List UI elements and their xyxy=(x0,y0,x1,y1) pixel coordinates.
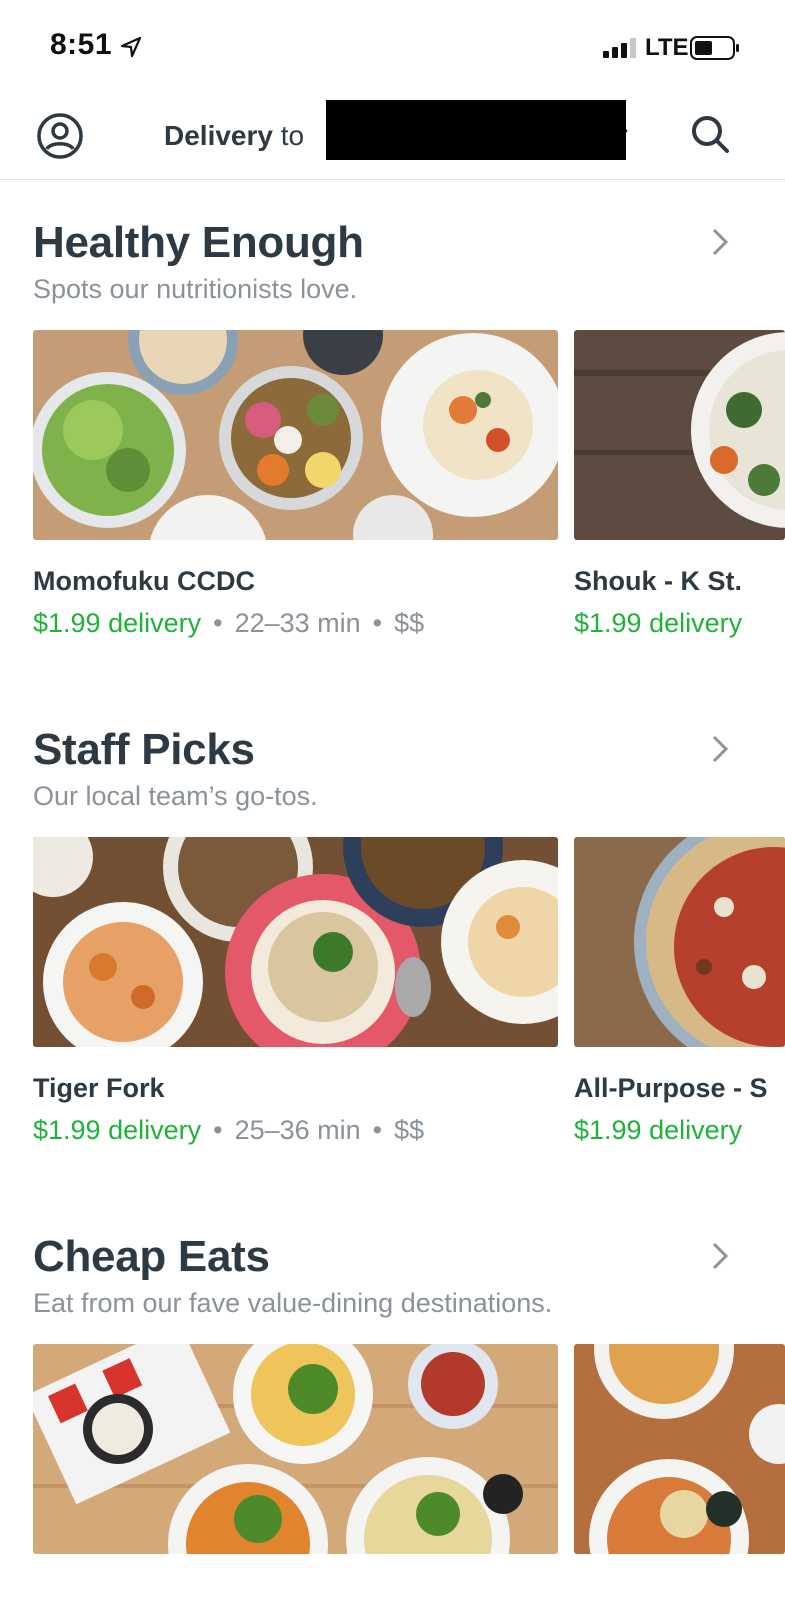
chevron-right-icon[interactable] xyxy=(706,224,734,260)
delivery-address-selector[interactable]: Delivery to xyxy=(164,120,304,152)
separator-dot: • xyxy=(213,608,223,638)
chevron-right-icon[interactable] xyxy=(706,1238,734,1274)
separator-dot: • xyxy=(213,1115,223,1145)
delivery-time: 22–33 min xyxy=(234,608,361,638)
restaurant-meta: $1.99 delivery xyxy=(574,608,742,639)
restaurant-photo xyxy=(574,1344,785,1554)
restaurant-name: All-Purpose - S xyxy=(574,1073,768,1103)
separator-dot: • xyxy=(372,608,383,638)
restaurant-name: Momofuku CCDC xyxy=(33,566,255,596)
location-arrow-icon xyxy=(120,36,142,58)
restaurant-photo xyxy=(33,1344,558,1554)
app-header: Delivery to xyxy=(0,92,785,180)
restaurant-photo xyxy=(574,837,785,1047)
delivery-to-label: to xyxy=(280,120,305,151)
restaurant-meta: $1.99 delivery • 25–36 min • $$ xyxy=(33,1115,424,1146)
status-bar: 8:51 LTE xyxy=(0,0,785,92)
section-healthy-enough: Healthy Enough Spots our nutritionists l… xyxy=(0,218,785,698)
delivery-fee: $1.99 delivery xyxy=(33,608,202,638)
restaurant-card[interactable]: Momofuku CCDC $1.99 delivery • 22–33 min • $… xyxy=(33,330,558,638)
section-cheap-eats: Cheap Eats Eat from our fave value-dinin… xyxy=(0,1232,785,1600)
delivery-time: 25–36 min xyxy=(234,1115,361,1145)
address-redacted[interactable] xyxy=(326,100,626,160)
section-title[interactable]: Healthy Enough xyxy=(33,218,364,268)
delivery-fee: $1.99 delivery xyxy=(574,608,743,638)
account-icon[interactable] xyxy=(36,112,84,160)
restaurant-card[interactable] xyxy=(33,1344,558,1554)
section-subtitle: Spots our nutritionists love. xyxy=(33,274,358,304)
price-level: $$ xyxy=(394,1115,425,1145)
restaurant-card[interactable]: All-Purpose - S $1.99 delivery xyxy=(574,837,785,1145)
carrier-label: LTE xyxy=(645,34,689,61)
restaurant-name: Tiger Fork xyxy=(33,1073,165,1103)
restaurant-photo xyxy=(33,330,558,540)
restaurant-photo xyxy=(33,837,558,1047)
delivery-fee: $1.99 delivery xyxy=(33,1115,202,1145)
restaurant-card[interactable]: Shouk - K St. $1.99 delivery xyxy=(574,330,785,638)
restaurant-meta: $1.99 delivery xyxy=(574,1115,742,1146)
price-level: $$ xyxy=(394,608,425,638)
status-time: 8:51 xyxy=(50,28,113,61)
delivery-label: Delivery xyxy=(164,120,273,151)
chevron-right-icon[interactable] xyxy=(706,731,734,767)
restaurant-name: Shouk - K St. xyxy=(574,566,742,596)
signal-icon xyxy=(603,38,636,58)
battery-icon xyxy=(690,36,739,60)
delivery-fee: $1.99 delivery xyxy=(574,1115,743,1145)
restaurant-meta: $1.99 delivery • 22–33 min • $$ xyxy=(33,608,424,639)
section-subtitle: Our local team’s go-tos. xyxy=(33,781,318,811)
search-icon[interactable] xyxy=(690,114,730,154)
section-subtitle: Eat from our fave value-dining destinati… xyxy=(33,1288,553,1318)
section-title[interactable]: Staff Picks xyxy=(33,725,255,775)
restaurant-photo xyxy=(574,330,785,540)
restaurant-card[interactable]: Tiger Fork $1.99 delivery • 25–36 min • $$ xyxy=(33,837,558,1145)
section-title[interactable]: Cheap Eats xyxy=(33,1232,270,1282)
restaurant-card[interactable] xyxy=(574,1344,785,1554)
separator-dot: • xyxy=(372,1115,383,1145)
section-staff-picks: Staff Picks Our local team’s go-tos. Tig… xyxy=(0,725,785,1205)
